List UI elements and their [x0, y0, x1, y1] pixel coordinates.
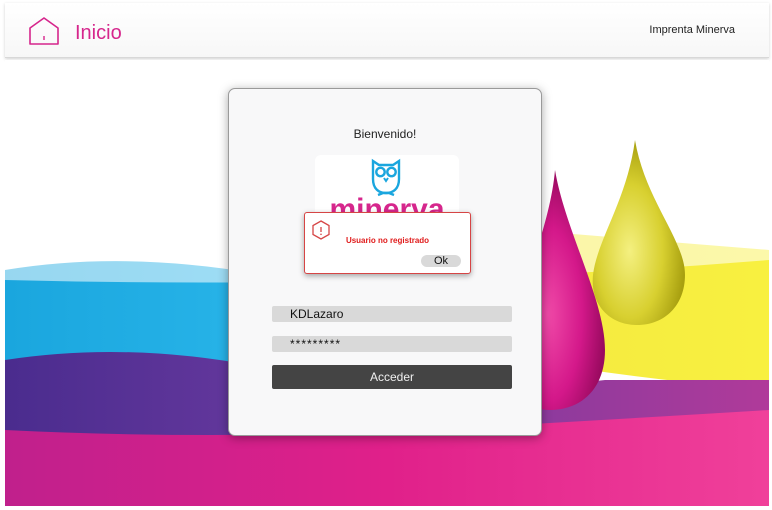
owl-logo-icon — [371, 158, 401, 197]
username-input[interactable]: KDLazaro — [272, 306, 512, 322]
top-bar: Inicio Imprenta Minerva — [5, 3, 769, 58]
ok-button[interactable]: Ok — [421, 255, 461, 267]
home-icon[interactable] — [27, 14, 61, 48]
welcome-text: Bienvenido! — [353, 127, 417, 141]
page-title[interactable]: Inicio — [75, 22, 122, 45]
password-input[interactable]: ********* — [272, 336, 512, 352]
error-message: Usuario no registrado — [345, 236, 430, 245]
brand-name: Imprenta Minerva — [649, 24, 735, 36]
error-dialog: Usuario no registrado Ok — [304, 212, 471, 274]
acceder-button[interactable]: Acceder — [272, 365, 512, 389]
